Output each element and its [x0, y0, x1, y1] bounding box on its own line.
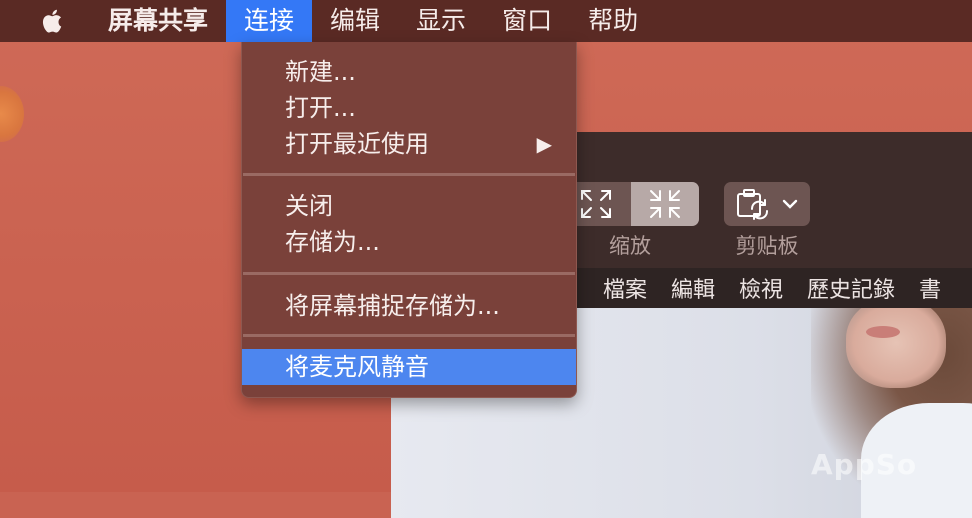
menu-item-label: 将屏幕捕捉存储为...	[285, 292, 500, 320]
photo-face	[846, 308, 946, 388]
menu-separator	[243, 334, 575, 337]
menu-item-label: 新建...	[285, 58, 356, 86]
clipboard-button[interactable]	[724, 182, 810, 226]
menu-item-open-recent[interactable]: 打开最近使用 ▶	[242, 126, 576, 162]
clipboard-sync-icon	[737, 189, 768, 220]
scale-segmented-control	[561, 182, 699, 226]
menu-item-label: 存储为...	[285, 228, 380, 256]
photo-lips	[866, 326, 900, 338]
menu-edit[interactable]: 编辑	[312, 0, 398, 42]
menu-window[interactable]: 窗口	[484, 0, 570, 42]
menu-separator	[243, 173, 575, 176]
menu-item-save-as[interactable]: 存储为...	[242, 224, 576, 260]
expand-icon	[580, 190, 611, 218]
menu-item-mute-microphone[interactable]: 将麦克风静音	[242, 349, 576, 385]
menu-item-label: 将麦克风静音	[285, 353, 429, 381]
menu-item-label: 打开最近使用	[285, 130, 429, 158]
menu-item-open[interactable]: 打开...	[242, 90, 576, 126]
desktop-ornament	[0, 86, 24, 142]
menu-item-label: 关闭	[285, 192, 333, 220]
remote-menu-edit[interactable]: 編輯	[659, 272, 727, 304]
scale-label: 缩放	[609, 234, 651, 258]
submenu-arrow-icon: ▶	[536, 132, 552, 156]
menu-item-save-screenshot[interactable]: 将屏幕捕捉存储为...	[242, 288, 576, 324]
remote-menu-history[interactable]: 歷史記錄	[795, 272, 907, 304]
menu-app-name[interactable]: 屏幕共享	[90, 0, 226, 42]
remote-menu-bookmarks[interactable]: 書	[907, 272, 953, 304]
menu-bar: 屏幕共享 连接 编辑 显示 窗口 帮助	[0, 0, 972, 42]
remote-menu-view[interactable]: 檢視	[727, 272, 795, 304]
watermark-logo: AppSo	[811, 448, 918, 481]
collapse-icon	[650, 190, 680, 218]
apple-icon[interactable]	[40, 6, 66, 36]
actual-size-button[interactable]	[631, 182, 699, 226]
menu-item-label: 打开...	[285, 94, 356, 122]
menu-view[interactable]: 显示	[398, 0, 484, 42]
menu-item-close[interactable]: 关闭	[242, 188, 576, 224]
menu-item-new[interactable]: 新建...	[242, 54, 576, 90]
chevron-down-icon	[782, 199, 798, 209]
clipboard-label: 剪贴板	[735, 234, 799, 258]
menu-help[interactable]: 帮助	[570, 0, 656, 42]
connect-dropdown-menu: 新建... 打开... 打开最近使用 ▶ 关闭 存储为... 将屏幕捕捉存储为.…	[241, 42, 577, 398]
menu-connect[interactable]: 连接	[226, 0, 313, 42]
menu-separator	[243, 272, 575, 275]
